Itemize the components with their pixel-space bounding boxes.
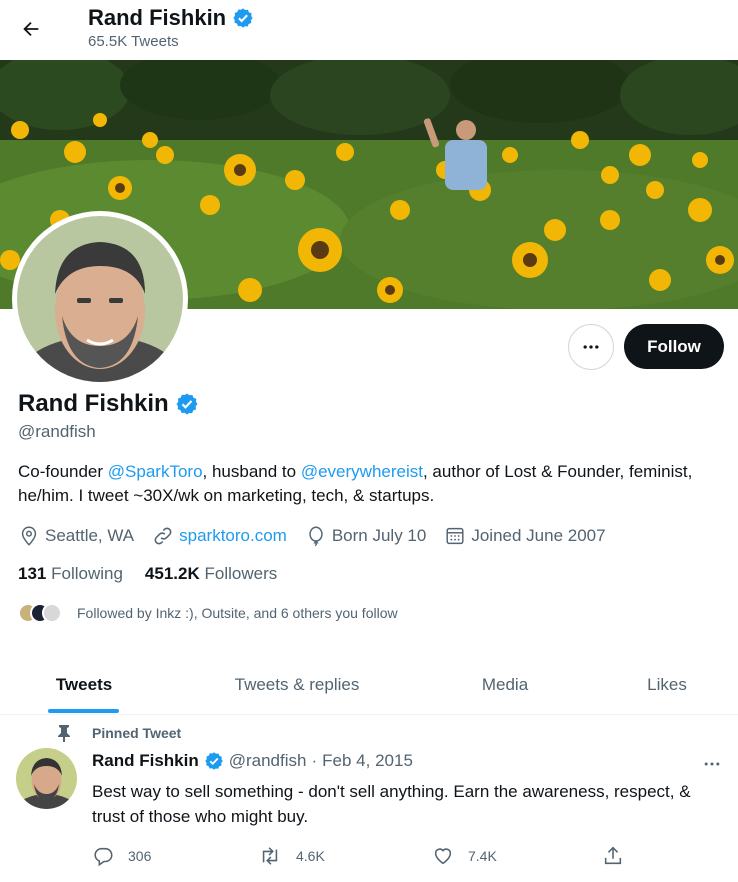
header-name: Rand Fishkin <box>88 5 227 30</box>
more-horizontal-icon <box>583 345 599 349</box>
reply-button[interactable]: 306 <box>92 843 151 869</box>
location-pin-icon <box>21 526 37 546</box>
bio-text: , husband to <box>202 462 301 481</box>
profile-avatar[interactable] <box>12 211 188 387</box>
website: sparktoro.com <box>152 525 287 547</box>
birthday: Born July 10 <box>305 525 427 547</box>
follower-avatars <box>18 601 64 625</box>
verified-badge-icon[interactable] <box>175 392 199 416</box>
following-count: 131 <box>18 564 47 583</box>
pinned-label-row: Pinned Tweet <box>56 724 181 742</box>
back-button[interactable] <box>14 12 48 46</box>
back-arrow-icon <box>23 21 39 37</box>
balloon-icon <box>309 526 323 547</box>
reply-icon <box>94 847 113 867</box>
tweet-actions: 306 4.6K 7.4K <box>92 843 632 869</box>
profile-name-row: Rand Fishkin <box>18 390 199 418</box>
followed-by-row[interactable]: Followed by Inkz :), Outsite, and 6 othe… <box>18 601 398 625</box>
tweet-separator: · <box>311 751 318 770</box>
followers-label: Followers <box>204 564 278 583</box>
mention-link-sparktoro[interactable]: @SparkToro <box>108 462 203 481</box>
pinned-label: Pinned Tweet <box>92 725 182 741</box>
tweet-avatar[interactable] <box>16 748 77 809</box>
location: Seattle, WA <box>18 525 134 547</box>
share-button[interactable] <box>602 843 638 869</box>
retweet-button[interactable]: 4.6K <box>258 843 325 869</box>
profile-handle: @randfish <box>18 422 96 441</box>
calendar-icon <box>446 527 464 545</box>
bio-text: Co-founder <box>18 462 108 481</box>
following-link[interactable]: 131 Following <box>18 564 123 584</box>
mention-link-everywhereist[interactable]: @everywhereist <box>301 462 423 481</box>
followed-by-text: Followed by Inkz :), Outsite, and 6 othe… <box>77 605 398 621</box>
link-icon <box>154 527 172 545</box>
tweet-more-button[interactable] <box>700 752 724 776</box>
active-tab-indicator <box>48 709 119 713</box>
tweet-date[interactable]: Feb 4, 2015 <box>322 751 413 771</box>
tweet-text: Best way to sell something - don't sell … <box>92 782 691 826</box>
tab-media[interactable]: Media <box>450 655 560 714</box>
reply-count: 306 <box>128 848 152 864</box>
tweet-author-name[interactable]: Rand Fishkin <box>92 751 199 771</box>
avatar <box>42 603 62 623</box>
joined: Joined June 2007 <box>444 525 606 547</box>
profile-bio: Co-founder @SparkToro, husband to @every… <box>18 460 718 508</box>
more-horizontal-icon <box>704 762 720 766</box>
like-count: 7.4K <box>468 848 497 864</box>
tweet-header: Rand Fishkin @randfish · Feb 4, 2015 <box>92 751 413 771</box>
profile-name: Rand Fishkin <box>18 390 169 417</box>
tweet-count: 65.5K Tweets <box>88 33 179 50</box>
follow-button[interactable]: Follow <box>624 324 724 369</box>
tab-likes[interactable]: Likes <box>612 655 722 714</box>
website-link[interactable]: sparktoro.com <box>179 526 287 546</box>
header-title: Rand Fishkin <box>88 5 254 31</box>
more-options-button[interactable] <box>568 324 614 370</box>
pin-icon <box>58 725 70 742</box>
top-bar: Rand Fishkin 65.5K Tweets <box>0 0 738 60</box>
birthday-text: Born July 10 <box>331 526 427 545</box>
verified-badge-icon <box>204 752 223 770</box>
retweet-icon <box>262 847 278 865</box>
joined-text: Joined June 2007 <box>471 526 606 545</box>
like-icon <box>434 848 452 865</box>
retweet-count: 4.6K <box>296 848 325 864</box>
followers-link[interactable]: 451.2K Followers <box>145 564 277 584</box>
location-text: Seattle, WA <box>45 526 135 545</box>
profile-meta: Seattle, WA sparktoro.com Born July 10 J… <box>18 524 624 548</box>
verified-badge-icon <box>233 8 253 28</box>
following-label: Following <box>51 564 123 583</box>
tab-tweets-replies[interactable]: Tweets & replies <box>207 655 387 714</box>
tweet-author-handle[interactable]: @randfish <box>229 751 307 771</box>
profile-tabs: Tweets Tweets & replies Media Likes <box>0 655 738 715</box>
share-icon <box>604 846 622 865</box>
follow-stats: 131 Following 451.2K Followers <box>18 564 277 584</box>
like-button[interactable]: 7.4K <box>432 843 497 869</box>
tab-tweets[interactable]: Tweets <box>24 655 144 714</box>
followers-count: 451.2K <box>144 564 200 583</box>
